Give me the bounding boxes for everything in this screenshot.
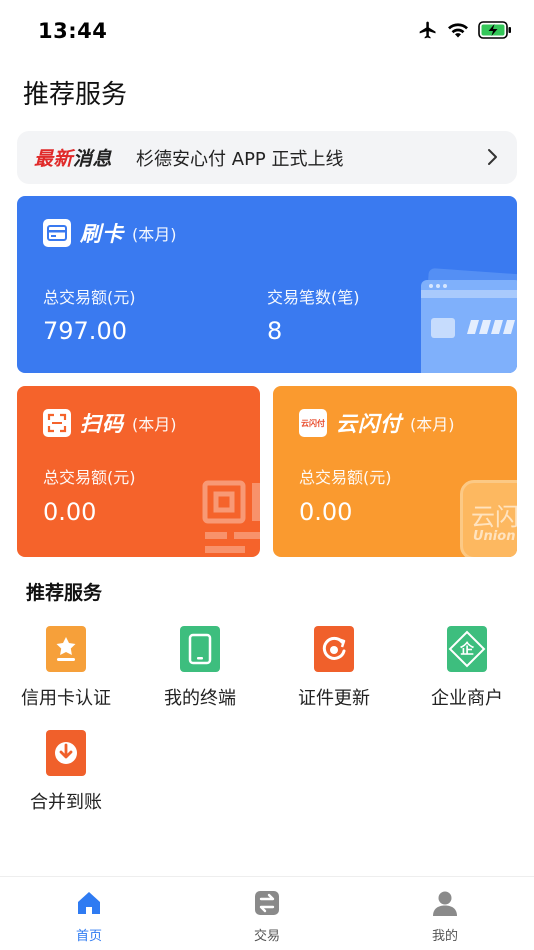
- status-time: 13:44: [38, 19, 108, 43]
- service-label: 证件更新: [298, 688, 370, 709]
- service-merge-settlement[interactable]: 合并到账: [6, 730, 126, 814]
- card-icon: [43, 219, 71, 247]
- airplane-mode-icon: [419, 21, 436, 39]
- cloudpay-card[interactable]: 云闪 Union 云闪付 云闪付 (本月) 总交易额(元) 0.00: [273, 386, 517, 557]
- news-tag: 最新消息: [34, 144, 112, 171]
- scan-card-header: 扫码 (本月): [43, 408, 177, 438]
- service-my-terminal[interactable]: 我的终端: [140, 626, 260, 710]
- tab-label: 我的: [431, 929, 458, 944]
- swipe-count-value: 8: [267, 317, 283, 345]
- service-credit-card-auth[interactable]: 信用卡认证: [6, 626, 126, 710]
- swipe-card-title: 刷卡: [80, 222, 124, 246]
- union-deco-text: Union: [473, 529, 516, 544]
- status-icons: [418, 20, 512, 40]
- scan-card-period: (本月): [132, 415, 177, 434]
- tab-transaction[interactable]: 交易: [222, 889, 312, 944]
- enterprise-merchant-icon: 企: [447, 626, 487, 672]
- qr-code-illustration: [202, 480, 260, 553]
- wifi-icon: [448, 22, 468, 37]
- news-banner[interactable]: 最新消息 杉德安心付 APP 正式上线: [17, 131, 517, 184]
- service-enterprise-merchant[interactable]: 企 企业商户: [407, 626, 527, 710]
- credit-card-auth-icon: [46, 626, 86, 672]
- cloudpay-card-period: (本月): [410, 415, 455, 434]
- swipe-card[interactable]: 刷卡 (本月) 总交易额(元) 797.00 交易笔数(笔) 8: [17, 196, 517, 373]
- cloudpay-logo-icon: 云闪付: [299, 409, 327, 437]
- swipe-amount-value: 797.00: [43, 317, 127, 345]
- tab-bar: 首页 交易 我的: [0, 876, 534, 950]
- cloudpay-amount-value: 0.00: [299, 498, 353, 526]
- cloudpay-amount-label: 总交易额(元): [299, 468, 392, 487]
- swipe-card-header: 刷卡 (本月): [43, 218, 177, 248]
- news-tag-message: 消息: [73, 148, 113, 170]
- swipe-count-label: 交易笔数(笔): [267, 288, 360, 307]
- news-tag-latest: 最新: [34, 148, 74, 170]
- home-screen: 13:44 推荐服务 最新消息 杉德安心付 APP 正式上线 刷卡 (本月) 总…: [0, 0, 534, 950]
- enterprise-glyph: 企: [460, 642, 474, 658]
- tab-profile[interactable]: 我的: [400, 889, 490, 944]
- news-text: 杉德安心付 APP 正式上线: [136, 148, 344, 170]
- swipe-card-period: (本月): [132, 225, 177, 244]
- home-icon: [78, 892, 100, 914]
- transaction-icon: [255, 891, 279, 915]
- cloudpay-card-title: 云闪付: [336, 412, 402, 436]
- cloudpay-card-header: 云闪付 云闪付 (本月): [299, 408, 455, 438]
- tab-label: 首页: [75, 929, 102, 944]
- cloudpay-deco-text: 云闪: [471, 503, 517, 531]
- scan-icon: [43, 409, 71, 437]
- scan-amount-label: 总交易额(元): [43, 468, 136, 487]
- chevron-right-icon: [488, 149, 497, 165]
- service-label: 企业商户: [431, 688, 503, 709]
- services-section-title: 推荐服务: [26, 582, 103, 604]
- scan-amount-value: 0.00: [43, 498, 97, 526]
- scan-card-title: 扫码: [80, 412, 124, 436]
- enterprise-badge-shape: 企: [448, 630, 486, 668]
- bank-card-illustration: [421, 268, 517, 373]
- tab-label: 交易: [253, 929, 280, 944]
- scan-card[interactable]: 扫码 (本月) 总交易额(元) 0.00: [17, 386, 260, 557]
- status-bar: 13:44: [0, 0, 534, 64]
- service-label: 合并到账: [30, 792, 102, 813]
- swipe-amount-label: 总交易额(元): [43, 288, 136, 307]
- service-label: 信用卡认证: [21, 688, 111, 709]
- page-title: 推荐服务: [23, 80, 128, 110]
- tab-home[interactable]: 首页: [44, 889, 134, 944]
- battery-charging-icon: [478, 21, 511, 39]
- service-certificate-update[interactable]: 证件更新: [274, 626, 394, 710]
- service-label: 我的终端: [164, 688, 236, 709]
- cloudpay-logo-text: 云闪付: [301, 418, 325, 428]
- certificate-update-icon: [314, 626, 354, 672]
- unionpay-card-illustration: 云闪 Union: [460, 480, 517, 557]
- merge-settlement-icon: [46, 730, 86, 776]
- profile-icon: [433, 891, 457, 916]
- terminal-icon: [180, 626, 220, 672]
